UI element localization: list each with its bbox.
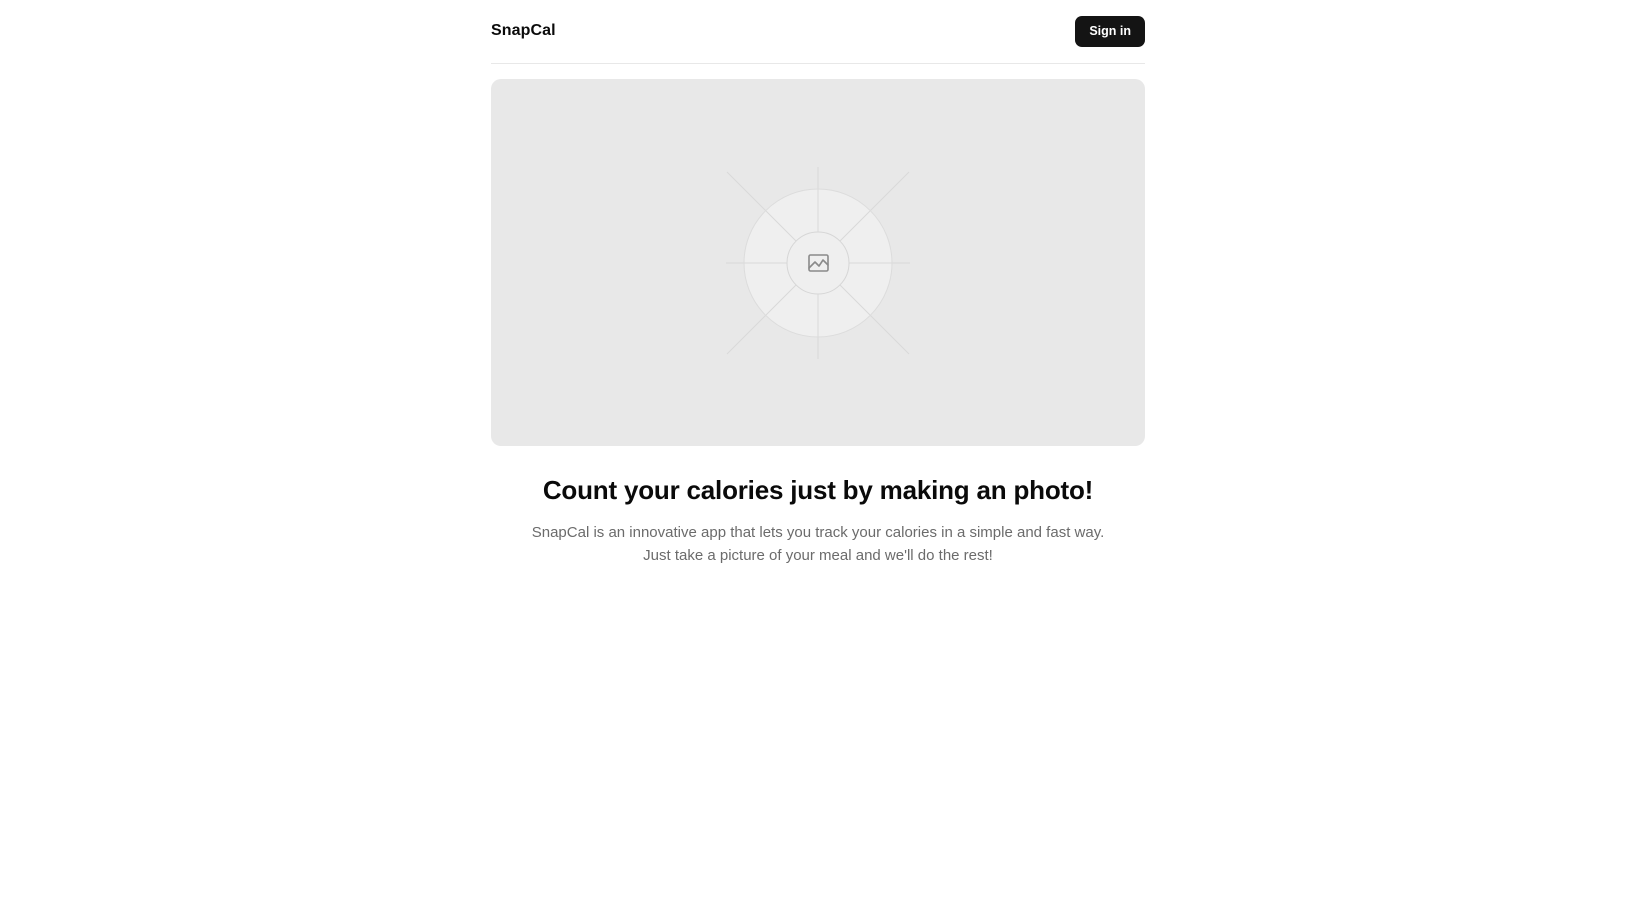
main-container: SnapCal Sign in Count your calories just… (491, 0, 1145, 567)
image-placeholder-icon (726, 167, 910, 359)
page: SnapCal Sign in Count your calories just… (0, 0, 1631, 917)
hero-image-placeholder (491, 79, 1145, 446)
page-title: Count your calories just by making an ph… (542, 475, 1094, 505)
page-description: SnapCal is an innovative app that lets y… (531, 524, 1105, 564)
sign-in-button[interactable]: Sign in (1075, 15, 1145, 47)
top-nav: SnapCal Sign in (491, 0, 1145, 64)
brand-logo[interactable]: SnapCal (491, 22, 556, 40)
